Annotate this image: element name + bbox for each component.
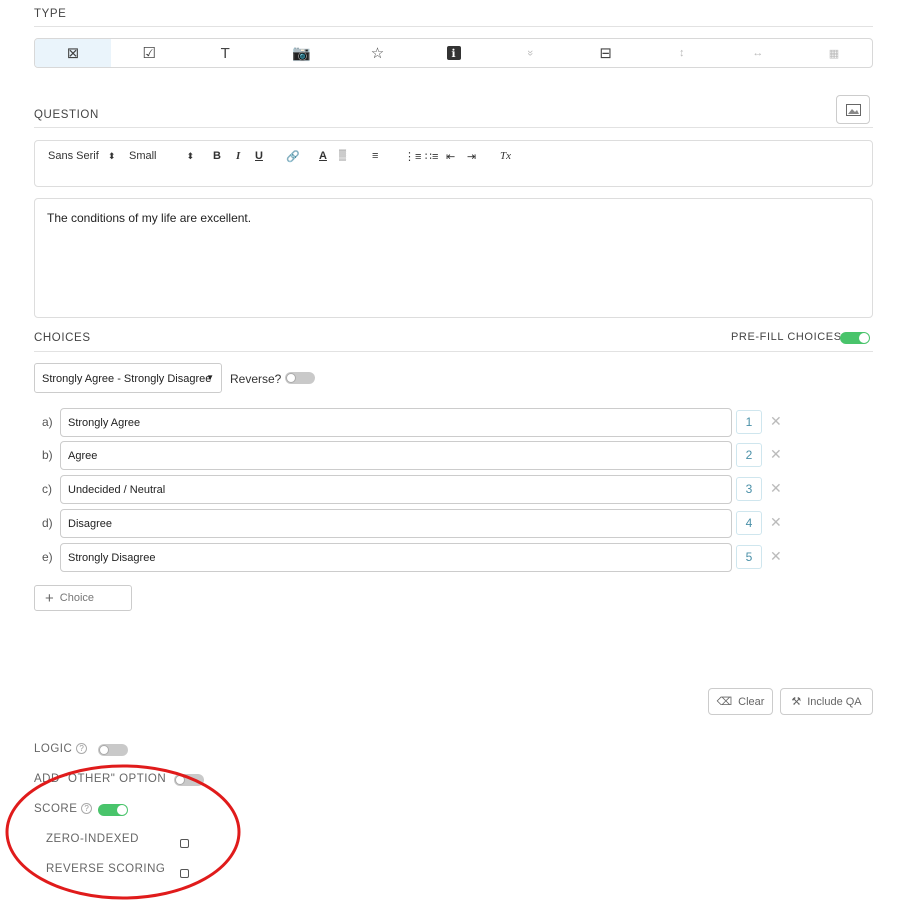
horizontal-resize-icon: ↔ [752,47,764,59]
question-text-editor[interactable]: The conditions of my life are excellent. [34,198,873,318]
choice-preset-select[interactable]: Strongly Agree - Strongly Disagree ▼ [34,363,222,393]
caret-down-icon: ▼ [206,373,214,382]
type-section-label: TYPE [34,8,67,20]
choices-divider [34,351,873,352]
type-button-camera[interactable]: 📷 [263,39,339,67]
choice-input[interactable]: Undecided / Neutral [60,475,732,504]
prefill-choices-toggle[interactable] [840,332,870,344]
remove-choice-icon[interactable]: ✕ [770,548,782,565]
grid-image-icon: ▦ [828,47,840,60]
type-button-double-chevron-down[interactable]: » [492,39,568,67]
italic-button[interactable]: I [236,150,240,162]
star-icon: ☆ [370,45,385,62]
include-qa-button[interactable]: ⚒ Include QA [780,688,873,715]
underline-button[interactable]: U [255,150,263,162]
bold-button[interactable]: B [213,150,221,162]
type-button-checkbox-check[interactable]: ☑ [111,39,187,67]
choice-input[interactable]: Disagree [60,509,732,538]
question-section-label: QUESTION [34,109,99,121]
choice-letter: a) [42,415,53,429]
remove-choice-icon[interactable]: ✕ [770,446,782,463]
checkbox-check-icon: ☑ [142,45,156,62]
eraser-icon: ⌫ [716,696,733,708]
other-option-toggle[interactable] [174,774,204,786]
plus-icon: + [45,589,54,607]
choice-value[interactable]: 3 [736,477,762,501]
bullet-list-icon[interactable]: ∷≡ [425,150,438,163]
background-color-icon[interactable]: ▒ [339,150,346,161]
other-option-label: ADD "OTHER" OPTION [34,773,167,785]
help-icon[interactable]: ? [81,803,93,815]
score-option: SCORE? [34,803,93,815]
zero-indexed-checkbox[interactable] [180,839,189,848]
type-button-vertical-resize[interactable]: ↕ [644,39,720,67]
type-button-info[interactable]: ℹ [415,39,491,67]
text-icon: T [220,44,230,62]
remove-choice-icon[interactable]: ✕ [770,480,782,497]
insert-image-button[interactable] [836,95,870,124]
choice-input[interactable]: Strongly Agree [60,408,732,437]
choice-letter: e) [42,550,53,564]
remove-choice-icon[interactable]: ✕ [770,514,782,531]
type-button-grid-image[interactable]: ▦ [796,39,872,67]
gavel-icon: ⚒ [791,696,802,708]
choice-letter: b) [42,448,53,462]
type-button-star[interactable]: ☆ [339,39,415,67]
choice-value[interactable]: 4 [736,511,762,535]
align-left-icon[interactable]: ≡ [372,150,378,162]
type-divider [34,26,873,27]
logic-toggle[interactable] [98,744,128,756]
score-toggle[interactable] [98,804,128,816]
type-button-checkbox-x[interactable]: ⊠ [35,39,112,67]
ordered-list-icon[interactable]: ⋮≡ [404,150,421,163]
indent-icon[interactable]: ⇥ [467,150,476,163]
question-divider [34,127,873,128]
clear-format-button[interactable]: Tx [500,150,511,162]
double-chevron-down-icon: » [523,49,536,57]
choice-value[interactable]: 2 [736,443,762,467]
type-button-horizontal-resize[interactable]: ↔ [720,39,796,67]
choice-letter: c) [42,482,52,496]
vertical-resize-icon: ↕ [679,47,685,59]
choices-section-label: CHOICES [34,332,91,344]
type-button-layout[interactable]: ⊟ [568,39,644,67]
layout-icon: ⊟ [599,45,612,62]
reverse-toggle[interactable] [285,372,315,384]
font-size-select[interactable]: Small ⬍ [129,150,194,162]
choice-value[interactable]: 1 [736,410,762,434]
link-icon[interactable]: 🔗 [286,150,300,163]
checkbox-x-icon: ⊠ [66,45,80,62]
choice-input[interactable]: Strongly Disagree [60,543,732,572]
type-button-text[interactable]: T [187,39,263,67]
info-icon: ℹ [446,46,461,60]
clear-button[interactable]: ⌫ Clear [708,688,773,715]
choice-value[interactable]: 5 [736,545,762,569]
outdent-icon[interactable]: ⇤ [446,150,455,163]
choice-input[interactable]: Agree [60,441,732,470]
question-type-bar: ⊠ ☑ T 📷 ☆ ℹ » ⊟ ↕ ↔ ▦ [34,38,873,68]
remove-choice-icon[interactable]: ✕ [770,413,782,430]
font-family-select[interactable]: Sans Serif ⬍ [48,150,115,162]
choice-letter: d) [42,516,53,530]
add-choice-button[interactable]: + Choice [34,585,132,611]
image-icon [845,103,861,116]
prefill-choices-label: PRE-FILL CHOICES? [731,331,849,343]
choice-preset-value: Strongly Agree - Strongly Disagree [42,373,212,385]
camera-icon: 📷 [291,45,311,62]
reverse-scoring-label: REVERSE SCORING [46,863,166,875]
reverse-label: Reverse? [230,372,282,386]
text-color-icon[interactable]: A [319,150,327,162]
help-icon[interactable]: ? [76,743,88,755]
reverse-scoring-checkbox[interactable] [180,869,189,878]
zero-indexed-label: ZERO-INDEXED [46,833,139,845]
logic-option: LOGIC? [34,743,88,755]
editor-toolbar: Sans Serif ⬍ Small ⬍ B I U 🔗 A ▒ ≡ ⋮≡ ∷≡ … [34,140,873,187]
